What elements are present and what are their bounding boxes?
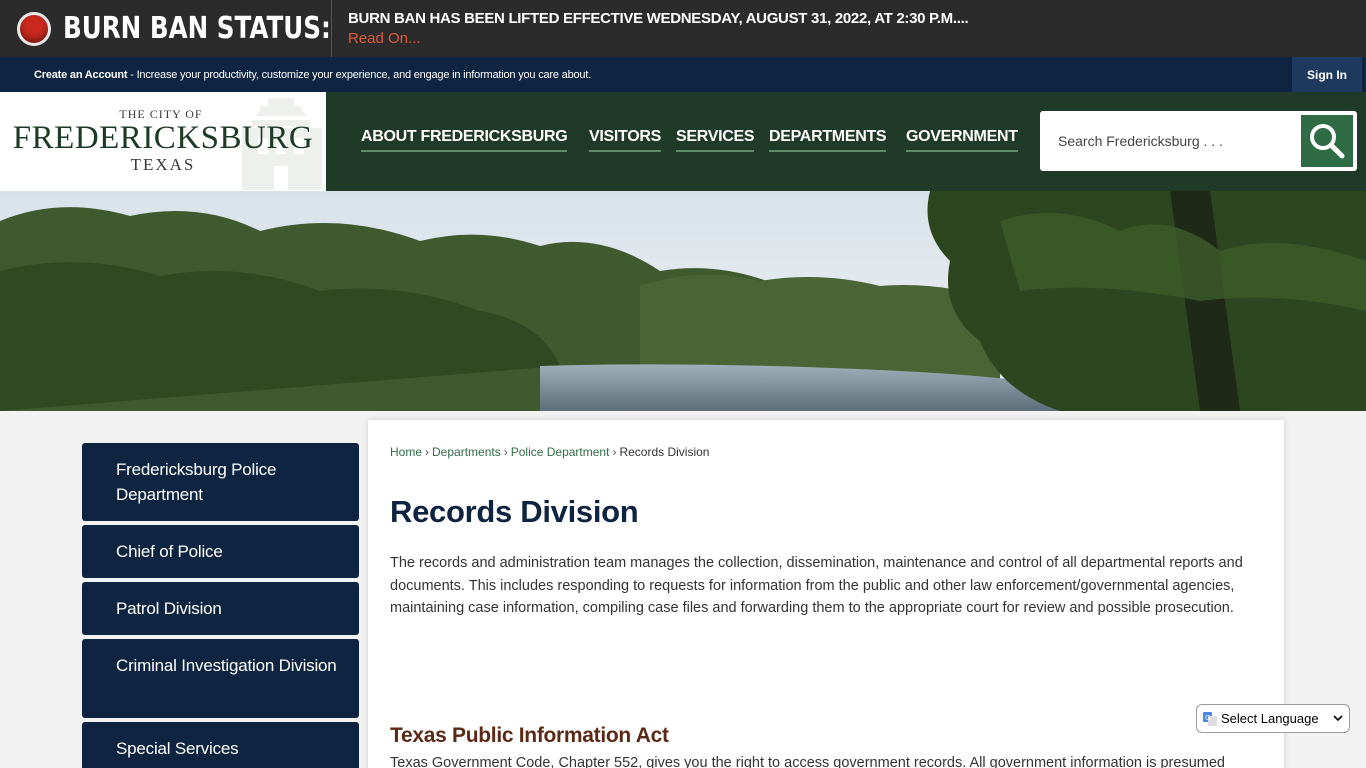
sign-in-button[interactable]: Sign In — [1292, 57, 1362, 92]
nav-visitors[interactable]: VISITORS — [589, 128, 661, 152]
svg-text:G: G — [1205, 714, 1210, 722]
alert-text: BURN BAN HAS BEEN LIFTED EFFECTIVE WEDNE… — [348, 10, 969, 27]
logo-main-text: FREDERICKSBURG — [12, 120, 314, 156]
sidebar-nav: Fredericksburg Police Department Chief o… — [82, 443, 359, 768]
alert-read-on-link[interactable]: Read On... — [348, 30, 968, 47]
breadcrumb-police-department[interactable]: Police Department — [511, 445, 610, 459]
alert-icon — [17, 11, 51, 46]
section-paragraph: Texas Government Code, Chapter 552, give… — [390, 755, 1225, 768]
language-select[interactable]: G Select Language — [1196, 704, 1350, 733]
breadcrumb-separator: › — [425, 445, 430, 459]
search-icon — [1310, 124, 1345, 159]
site-logo[interactable]: THE CITY OF FREDERICKSBURG TEXAS — [0, 92, 326, 191]
intro-paragraph: The records and administration team mana… — [390, 555, 1243, 617]
main-content: Home › Departments › Police Department › Recor… — [368, 420, 1284, 768]
breadcrumb-separator: › — [612, 445, 617, 459]
alert-title: BURN BAN STATUS: — [63, 11, 331, 46]
alert-divider — [331, 0, 332, 57]
nav-government[interactable]: GOVERNMENT — [906, 128, 1018, 152]
sidebar-item-chief-of-police[interactable]: Chief of Police — [82, 525, 359, 578]
breadcrumb: Home › Departments › Police Department › Recor… — [390, 445, 709, 459]
search-input[interactable] — [1040, 111, 1298, 171]
account-bar: Create an Account - Increase your produc… — [0, 57, 1366, 92]
search-box — [1040, 111, 1357, 171]
account-text: Create an Account - Increase your produc… — [34, 69, 591, 81]
page-title: Records Division — [390, 494, 639, 529]
nav-departments[interactable]: DEPARTMENTS — [769, 128, 887, 152]
landscape-illustration — [0, 191, 1366, 411]
nav-services[interactable]: SERVICES — [676, 128, 755, 152]
section-title: Texas Public Information Act — [390, 724, 669, 747]
sidebar-item-patrol-division[interactable]: Patrol Division — [82, 582, 359, 635]
breadcrumb-current: Records Division — [619, 445, 710, 459]
google-translate-icon: G — [1203, 711, 1217, 726]
language-select-label: Select Language — [1221, 711, 1319, 726]
search-button[interactable] — [1299, 113, 1355, 169]
account-description: - Increase your productivity, customize … — [127, 68, 592, 81]
hero-image — [0, 191, 1366, 411]
site-header: THE CITY OF FREDERICKSBURG TEXAS ABOUT F… — [0, 92, 1366, 191]
create-account-link[interactable]: Create an Account — [34, 69, 128, 81]
sidebar-item-criminal-investigation[interactable]: Criminal Investigation Division — [82, 639, 359, 718]
sidebar-item-police-department[interactable]: Fredericksburg Police Department — [82, 443, 359, 521]
breadcrumb-departments[interactable]: Departments — [432, 445, 501, 459]
alert-message: BURN BAN HAS BEEN LIFTED EFFECTIVE WEDNE… — [348, 10, 969, 47]
breadcrumb-home[interactable]: Home — [390, 445, 422, 459]
chevron-down-icon — [1333, 715, 1343, 722]
breadcrumb-separator: › — [503, 445, 508, 459]
alert-bar: BURN BAN STATUS: BURN BAN HAS BEEN LIFTE… — [0, 0, 1366, 57]
nav-about[interactable]: ABOUT FREDERICKSBURG — [361, 128, 568, 152]
logo-sub-text: TEXAS — [130, 155, 196, 174]
sidebar-item-special-services[interactable]: Special Services — [82, 722, 359, 768]
